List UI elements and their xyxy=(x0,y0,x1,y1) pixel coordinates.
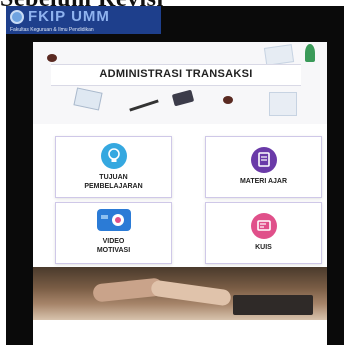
title-banner: ADMINISTRASI TRANSAKSI xyxy=(51,64,301,86)
page-title: ADMINISTRASI TRANSAKSI xyxy=(99,68,253,80)
handshake-photo xyxy=(33,267,327,320)
menu-card-materi-ajar[interactable]: MATERI AJAR xyxy=(205,136,322,198)
card-label-line-2: PEMBELAJARAN xyxy=(84,183,143,190)
lightbulb-icon xyxy=(100,143,127,169)
brand-header: FKIP UMM Fakultas Keguruan & Ilmu Pendid… xyxy=(6,6,161,34)
coffee-cup-icon xyxy=(47,54,57,62)
calculator-icon xyxy=(269,92,297,116)
card-label-line-1: MATERI AJAR xyxy=(239,178,288,185)
menu-card-kuis[interactable]: KUIS xyxy=(205,202,322,264)
phone-icon xyxy=(171,89,195,107)
hand-shape xyxy=(150,279,232,307)
tablet-icon xyxy=(73,87,103,111)
screen-footer xyxy=(33,320,327,345)
header-illustration: ADMINISTRASI TRANSAKSI xyxy=(33,42,327,124)
plant-icon xyxy=(305,44,315,62)
card-label-line-1: VIDEO xyxy=(102,238,125,245)
card-label-line-1: TUJUAN xyxy=(99,174,128,181)
coffee-cup-icon xyxy=(223,96,233,104)
card-label-line-1: KUIS xyxy=(255,244,272,251)
video-camera-icon xyxy=(96,209,131,231)
brand-logo-icon xyxy=(10,10,24,24)
notebook-icon xyxy=(263,44,295,66)
brand-name: FKIP UMM xyxy=(28,8,110,25)
book-icon xyxy=(250,147,277,173)
app-screen: ADMINISTRASI TRANSAKSI TUJUAN PEMBELAJAR… xyxy=(33,42,327,345)
pen-icon xyxy=(129,99,159,112)
quiz-icon xyxy=(250,213,277,239)
laptop-shape xyxy=(233,295,313,315)
brand-subtitle: Fakultas Keguruan & Ilmu Pendidikan xyxy=(10,27,94,33)
menu-card-tujuan-pembelajaran[interactable]: TUJUAN PEMBELAJARAN xyxy=(55,136,172,198)
menu-card-video-motivasi[interactable]: VIDEO MOTIVASI xyxy=(55,202,172,264)
card-label-line-2: MOTIVASI xyxy=(96,247,131,254)
